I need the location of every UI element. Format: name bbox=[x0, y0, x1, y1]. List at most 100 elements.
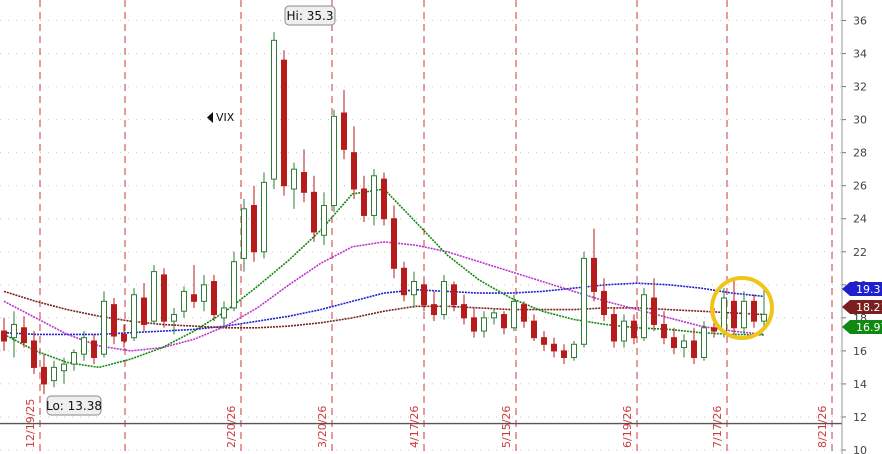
candle-body bbox=[391, 218, 397, 269]
vix-candlestick-chart: 1012141618202224262830323436 12/19/252/2… bbox=[0, 0, 882, 454]
candle-body bbox=[191, 294, 197, 302]
candle-body bbox=[631, 320, 637, 339]
candle-body bbox=[651, 297, 657, 325]
candle-body bbox=[481, 317, 487, 332]
low-annotation-text: Lo: 13.38 bbox=[46, 399, 102, 413]
candle-body bbox=[541, 337, 547, 345]
candle-body bbox=[601, 290, 607, 316]
candle-body bbox=[21, 327, 27, 344]
candle-body bbox=[31, 340, 37, 368]
moving-average-line bbox=[3, 241, 765, 352]
candle-body bbox=[731, 300, 737, 329]
symbol-text: VIX bbox=[216, 111, 235, 124]
chart-grid bbox=[0, 20, 842, 451]
price-axis: 1012141618202224262830323436 bbox=[841, 0, 867, 454]
axis-tick-label: 34 bbox=[853, 48, 867, 61]
candle-body bbox=[721, 297, 727, 332]
candle-body bbox=[641, 294, 647, 339]
period-separators bbox=[39, 0, 833, 454]
candle-body bbox=[281, 59, 287, 187]
axis-tick-label: 12 bbox=[853, 411, 867, 424]
candle-body bbox=[691, 340, 697, 358]
candle-body bbox=[451, 284, 457, 306]
candle-body bbox=[611, 314, 617, 342]
candle-body bbox=[131, 294, 137, 339]
candle-body bbox=[141, 297, 147, 325]
candle-body bbox=[351, 152, 357, 190]
date-label: 8/21/26 bbox=[816, 406, 829, 448]
candle-body bbox=[381, 178, 387, 220]
last-value-text: 18.21 bbox=[856, 301, 882, 314]
candle-body bbox=[51, 366, 57, 382]
candle-body bbox=[431, 304, 437, 316]
candle-body bbox=[311, 191, 317, 233]
candle-body bbox=[571, 343, 577, 358]
candle-body bbox=[171, 314, 177, 322]
axis-tick-label: 30 bbox=[853, 114, 867, 127]
axis-tick-label: 16 bbox=[853, 345, 867, 358]
last-value-tags: 19.3 18.21 16.97 bbox=[842, 282, 882, 334]
candle-body bbox=[441, 281, 447, 316]
candle-body bbox=[151, 271, 157, 322]
candle-body bbox=[261, 181, 267, 253]
axis-tick-label: 28 bbox=[853, 147, 867, 160]
high-annotation: Hi: 35.3 bbox=[284, 5, 336, 26]
candle-body bbox=[91, 340, 97, 358]
candle-body bbox=[1, 330, 7, 342]
candle-body bbox=[81, 337, 87, 355]
candle-body bbox=[471, 317, 477, 332]
last-value-text: 16.97 bbox=[856, 321, 882, 334]
candle-body bbox=[761, 313, 767, 322]
date-label: 2/20/26 bbox=[225, 406, 238, 448]
candle-body bbox=[341, 112, 347, 150]
candle-body bbox=[461, 304, 467, 319]
candle-body bbox=[421, 284, 427, 306]
candle-body bbox=[711, 327, 717, 332]
candle-body bbox=[251, 205, 257, 253]
candle-body bbox=[401, 267, 407, 296]
candle-body bbox=[321, 205, 327, 236]
candle-body bbox=[621, 320, 627, 342]
candle-body bbox=[501, 314, 507, 329]
candle-body bbox=[551, 343, 557, 352]
candle-body bbox=[661, 323, 667, 339]
candle-body bbox=[291, 168, 297, 190]
candle-body bbox=[671, 337, 677, 349]
candle-body bbox=[331, 115, 337, 207]
candle-body bbox=[521, 304, 527, 322]
candle-body bbox=[531, 320, 537, 339]
candle-body bbox=[751, 300, 757, 322]
axis-tick-label: 24 bbox=[853, 213, 867, 226]
candle-body bbox=[561, 350, 567, 358]
candle-body bbox=[161, 274, 167, 322]
candle-body bbox=[201, 284, 207, 302]
candle-body bbox=[211, 281, 217, 316]
date-label: 5/15/26 bbox=[500, 406, 513, 448]
candle-body bbox=[101, 300, 107, 355]
candle-body bbox=[221, 307, 227, 319]
axis-tick-label: 26 bbox=[853, 180, 867, 193]
axis-tick-label: 10 bbox=[853, 444, 867, 454]
low-annotation: Lo: 13.38 bbox=[46, 395, 102, 416]
candle-body bbox=[701, 327, 707, 358]
symbol-label: VIX bbox=[207, 111, 235, 124]
candle-body bbox=[371, 175, 377, 216]
candle-body bbox=[181, 290, 187, 312]
triangle-left-icon bbox=[207, 112, 213, 123]
candle-body bbox=[41, 366, 47, 385]
candle-body bbox=[491, 312, 497, 319]
moving-average-line bbox=[3, 290, 765, 329]
axis-tick-label: 22 bbox=[853, 246, 867, 259]
candle-body bbox=[271, 39, 277, 180]
candle-body bbox=[111, 304, 117, 337]
candle-body bbox=[741, 300, 747, 329]
candle-body bbox=[11, 323, 17, 339]
date-label: 3/20/26 bbox=[316, 406, 329, 448]
last-value-text: 19.3 bbox=[856, 283, 881, 296]
candle-body bbox=[71, 352, 77, 365]
candle-body bbox=[511, 300, 517, 329]
candle-body bbox=[581, 257, 587, 345]
axis-tick-label: 36 bbox=[853, 15, 867, 28]
candle-body bbox=[121, 333, 127, 342]
candle-body bbox=[241, 208, 247, 259]
